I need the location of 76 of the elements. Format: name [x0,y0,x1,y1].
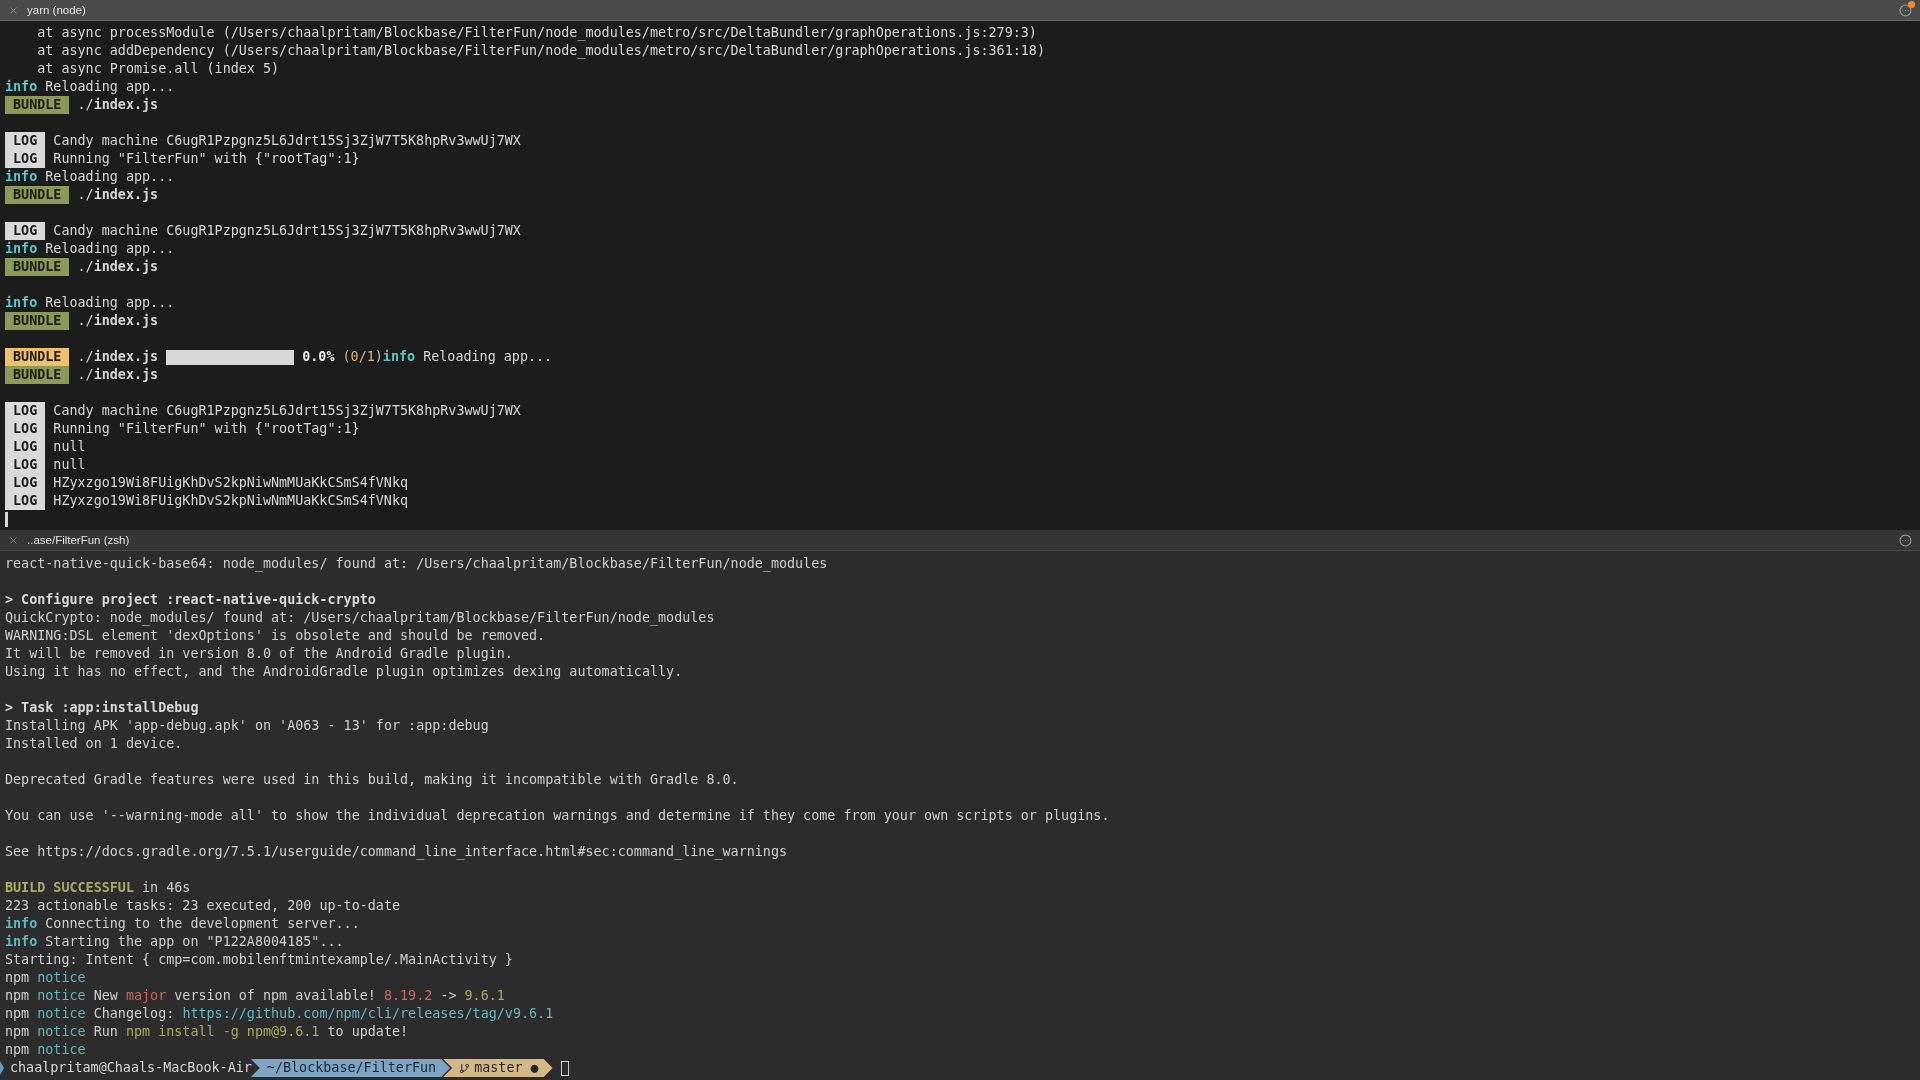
bundle-tag: BUNDLE [5,258,70,276]
log-tag: LOG [5,420,46,438]
output-line: npm notice [5,969,86,987]
log-message: HZyxzgo19Wi8FUigKhDvS2kpNiwNmMUaKkCSmS4fVNkq [53,474,409,492]
output-line: npm notice Changelog: https://github.com/npm/cli/releases/tag/v9.6.1 [5,1005,554,1023]
output-line: > Task :app:installDebug [5,699,199,717]
output-line: Using it has no effect, and the AndroidGradle plugin optimizes dexing automatically. [5,663,683,681]
log-tag: LOG [5,222,46,240]
log-message: Candy machine C6ugR1Pzpgnz5L6Jdrt15Sj3ZjW7T5K8hpRv3wwUj7WX [53,132,521,150]
bundle-path: ./index.js [77,258,159,276]
log-message: null [53,456,86,474]
more-icon[interactable] [1899,3,1912,17]
output-line: Installing APK 'app-debug.apk' on 'A063 - 13' for :app:debug [5,717,489,735]
log-tag: LOG [5,492,46,510]
output-line: See https://docs.gradle.org/7.5.1/userguide/command_line_interface.html#sec:command_line_warnings [5,843,787,861]
log-tag: LOG [5,474,46,492]
log-tag: LOG [5,438,46,456]
bundle-path: ./index.js [77,96,159,114]
output-line: 223 actionable tasks: 23 executed, 200 up-to-date [5,897,401,915]
bundle-tag: BUNDLE [5,312,70,330]
bundle-tag: BUNDLE [5,186,70,204]
log-message: HZyxzgo19Wi8FUigKhDvS2kpNiwNmMUaKkCSmS4fVNkq [53,492,409,510]
output-line: Deprecated Gradle features were used in this build, making it incompatible with Gradle 8.0. [5,771,739,789]
log-tag: LOG [5,132,46,150]
prompt-path: ~/Blockbase/FilterFun [250,1059,451,1077]
progress-count: (0/1) [342,348,383,366]
output-line: WARNING:DSL element 'dexOptions' is obsolete and should be removed. [5,627,546,645]
output-line: npm notice New major version of npm available! 8.19.2 -> 9.6.1 [5,987,505,1005]
output-line: Installed on 1 device. [5,735,183,753]
prompt-marker-icon [0,1061,4,1075]
info-message: info Reloading app... [5,78,175,96]
pane-title: ..ase/FilterFun (zsh) [27,534,131,546]
bundle-tag: BUNDLE [5,96,70,114]
output-line: QuickCrypto: node_modules/ found at: /Users/chaalpritam/Blockbase/FilterFun/node_modules [5,609,715,627]
bundle-tag: BUNDLE [5,348,70,366]
output-line: It will be removed in version 8.0 of the Android Gradle plugin. [5,645,513,663]
info-message: info Reloading app... [382,348,553,366]
branch-name: master ● [474,1059,539,1077]
text-cursor [5,511,8,527]
info-message: info Reloading app... [5,294,175,312]
prompt-user: chaalpritam@Chaals-MacBook-Air [9,1059,253,1077]
output-line: You can use '--warning-mode all' to show the individual deprecation warnings and determine if they come from your own scripts or plugins. [5,807,1110,825]
bundle-path: ./index.js [77,186,159,204]
log-message: Running "FilterFun" with {"rootTag":1} [53,150,360,168]
stack-trace-line: at async Promise.all (index 5) [36,60,280,78]
log-message: Candy machine C6ugR1Pzpgnz5L6Jdrt15Sj3ZjW7T5K8hpRv3wwUj7WX [53,222,521,240]
text-cursor [560,1060,569,1076]
log-tag: LOG [5,402,46,420]
log-message: Candy machine C6ugR1Pzpgnz5L6Jdrt15Sj3ZjW7T5K8hpRv3wwUj7WX [53,402,521,420]
more-icon[interactable] [1899,533,1912,547]
branch-icon [459,1062,471,1074]
output-line: Starting: Intent { cmp=com.mobilenftmintexample/.MainActivity } [5,951,513,969]
info-message: info Reloading app... [5,240,175,258]
output-line: npm notice Run npm install -g npm@9.6.1 to update! [5,1023,409,1041]
output-line: BUILD SUCCESSFUL in 46s [5,879,191,897]
output-line: info Connecting to the development server... [5,915,360,933]
log-tag: LOG [5,456,46,474]
bundle-path: ./index.js [77,348,159,366]
changelog-link[interactable]: https://github.com/npm/cli/releases/tag/v9.6.1 [182,1006,554,1021]
close-icon[interactable] [8,534,19,546]
bundle-path: ./index.js [77,366,159,384]
output-line: npm notice [5,1041,86,1059]
stack-trace-line: at async processModule (/Users/chaalpritam/Blockbase/FilterFun/node_modules/metro/src/DeltaBundler/graphOperations.js:279:3) [36,24,1037,42]
bundle-path: ./index.js [77,312,159,330]
log-message: null [53,438,86,456]
bundle-tag: BUNDLE [5,366,70,384]
log-message: Running "FilterFun" with {"rootTag":1} [53,420,360,438]
stack-trace-line: at async addDependency (/Users/chaalpritam/Blockbase/FilterFun/node_modules/metro/src/DeltaBundler/graphOperations.js:361:18) [36,42,1045,60]
close-icon[interactable] [8,4,19,16]
progress-percent: 0.0% [302,348,335,366]
output-line: > Configure project :react-native-quick-crypto [5,591,376,609]
pane-title: yarn (node) [27,4,87,16]
output-line: react-native-quick-base64: node_modules/ found at: /Users/chaalpritam/Blockbase/FilterFun/node_modules [5,555,828,573]
output-line: info Starting the app on "P122A8004185"... [5,933,344,951]
info-message: info Reloading app... [5,168,175,186]
log-tag: LOG [5,150,46,168]
